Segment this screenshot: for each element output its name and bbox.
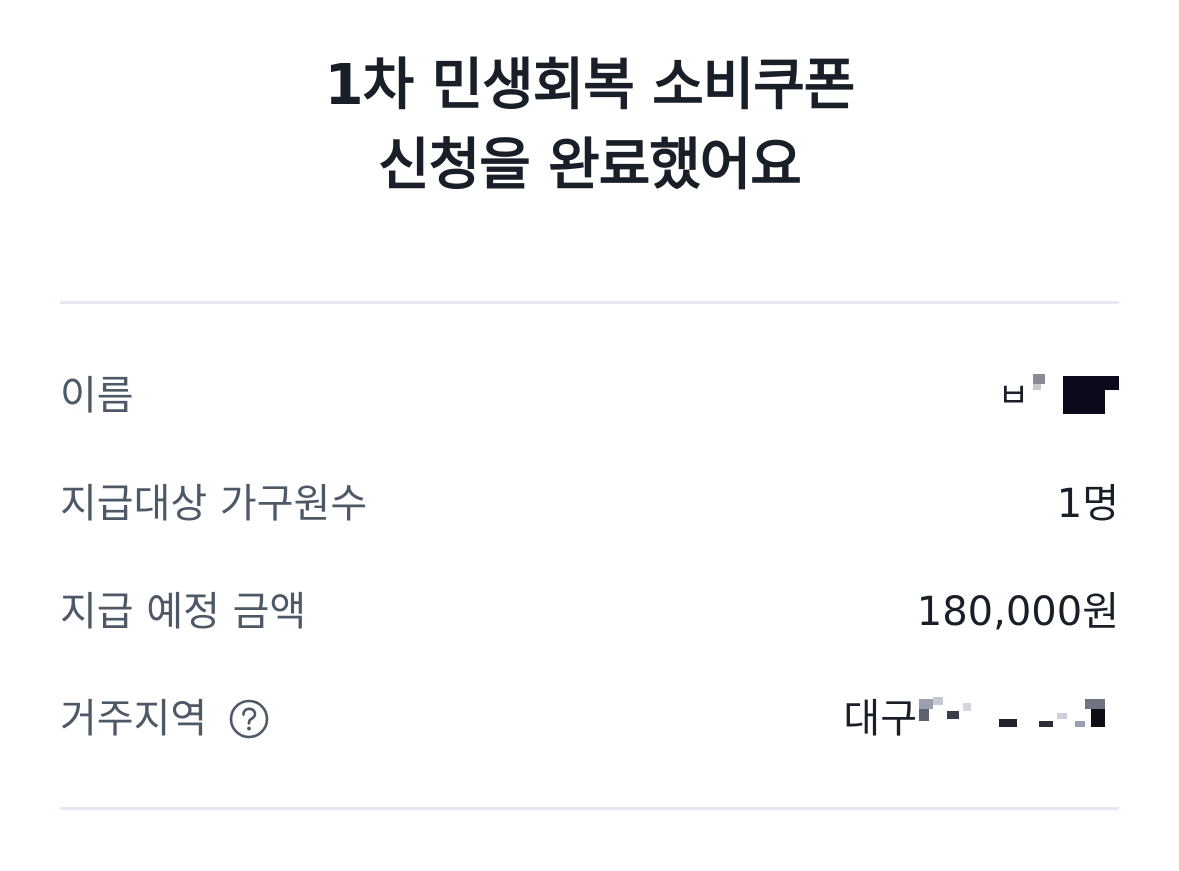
region-value: 대구 bbox=[843, 689, 1119, 749]
region-redaction-mosaic bbox=[919, 695, 1119, 743]
household-row: 지급대상 가구원수 1명 bbox=[60, 474, 1119, 534]
title-line-1: 1차 민생회복 소비쿠폰 bbox=[324, 53, 856, 118]
name-value-text: ㅂ bbox=[997, 376, 1029, 416]
amount-label: 지급 예정 금액 bbox=[60, 589, 307, 635]
region-row: 거주지역 대구 bbox=[60, 689, 1119, 749]
amount-row: 지급 예정 금액 180,000원 bbox=[60, 582, 1119, 642]
household-label: 지급대상 가구원수 bbox=[60, 481, 368, 527]
region-value-text: 대구 bbox=[843, 696, 917, 742]
title-line-2: 신청을 완료했어요 bbox=[378, 133, 802, 198]
name-row: 이름 ㅂ bbox=[60, 366, 1119, 426]
region-label-group: 거주지역 bbox=[60, 689, 269, 749]
name-redaction-mosaic bbox=[1033, 372, 1119, 420]
region-label: 거주지역 bbox=[60, 696, 208, 742]
name-label: 이름 bbox=[60, 373, 134, 419]
question-circle-icon[interactable] bbox=[229, 699, 269, 739]
page-title: 1차 민생회복 소비쿠폰 신청을 완료했어요 bbox=[0, 46, 1179, 206]
household-value: 1명 bbox=[1056, 481, 1119, 527]
bottom-divider bbox=[60, 807, 1119, 810]
name-value: ㅂ bbox=[998, 366, 1119, 426]
amount-value: 180,000원 bbox=[916, 589, 1119, 635]
top-divider bbox=[60, 301, 1119, 304]
